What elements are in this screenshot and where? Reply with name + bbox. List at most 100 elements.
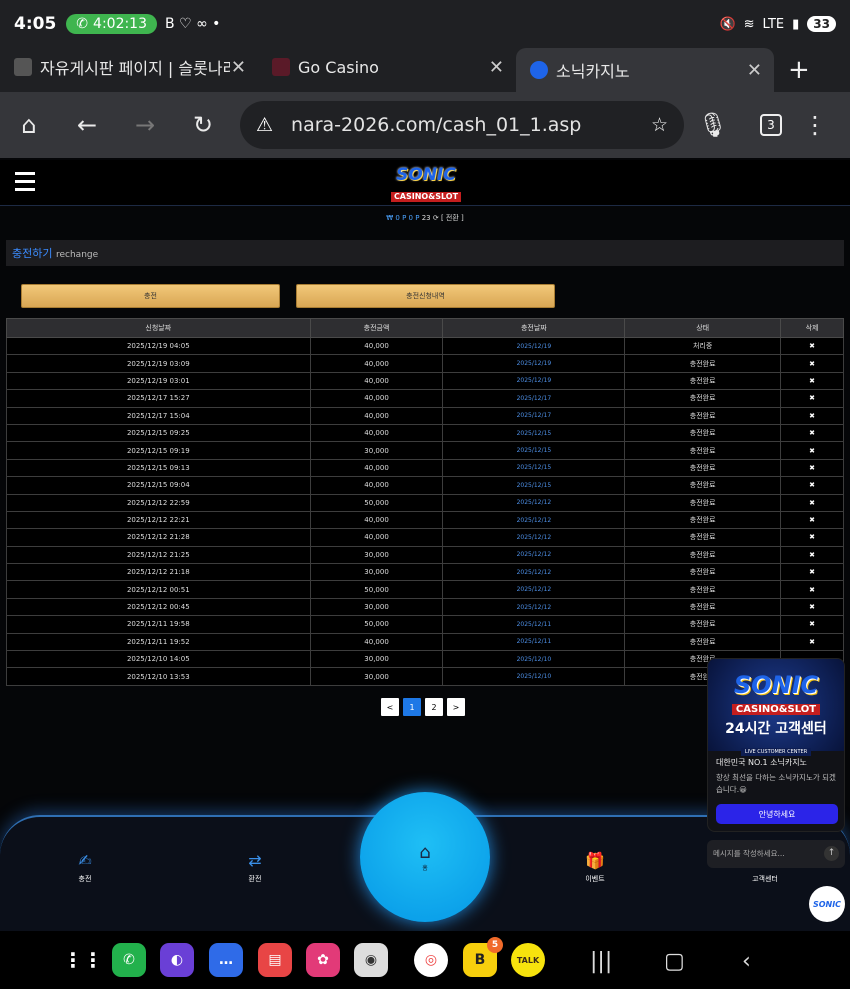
request-date-cell: 2025/12/10 13:53: [6, 667, 311, 686]
phone-app-icon[interactable]: ✆: [112, 943, 146, 977]
notification-icons: B ♡ ∞ •: [165, 16, 221, 32]
charge-button[interactable]: 충전: [21, 284, 280, 308]
table-row: 2025/12/15 09:13 40,000 2025/12/15 충전완료 ✖: [6, 458, 844, 478]
app-drawer-icon[interactable]: ⋮⋮: [63, 943, 103, 977]
delete-icon[interactable]: ✖: [780, 336, 844, 356]
delete-icon[interactable]: ✖: [780, 493, 844, 512]
delete-icon[interactable]: ✖: [780, 354, 844, 373]
tab-count-button[interactable]: 3: [760, 114, 782, 136]
nav-exchange[interactable]: ⇄ 환전: [225, 851, 285, 884]
request-date-cell: 2025/12/15 09:19: [6, 441, 311, 460]
new-tab-icon[interactable]: +: [788, 48, 810, 92]
chat-message-input[interactable]: 메시지를 작성하세요... ↑: [707, 840, 845, 868]
tab-title: Go Casino: [298, 57, 379, 77]
request-date-cell: 2025/12/19 03:09: [6, 354, 311, 373]
tab-title: 자유게시판 페이지 | 슬롯나라: [40, 59, 230, 78]
notes-app-icon[interactable]: ▤: [258, 943, 292, 977]
request-date-cell: 2025/12/10 14:05: [6, 650, 311, 669]
home-icon[interactable]: ⌂: [0, 111, 58, 139]
table-header-row: 신청날짜 충전금액 충전날짜 상태 삭제: [6, 318, 844, 338]
request-date-cell: 2025/12/19 04:05: [6, 336, 311, 356]
call-timer-pill[interactable]: ✆ 4:02:13: [66, 14, 158, 34]
kakaotalk-app-icon[interactable]: TALK: [511, 943, 545, 977]
delete-icon[interactable]: ✖: [780, 476, 844, 495]
request-date-cell: 2025/12/15 09:04: [6, 476, 311, 495]
col-charge-date: 충전날짜: [442, 318, 626, 338]
delete-icon[interactable]: ✖: [780, 371, 844, 391]
convert-link[interactable]: [ 전환 ]: [441, 214, 464, 222]
table-row: 2025/12/12 22:59 50,000 2025/12/12 충전완료 ✖: [6, 493, 844, 512]
delete-icon[interactable]: ✖: [780, 545, 844, 565]
delete-icon[interactable]: ✖: [780, 580, 844, 599]
messages-app-icon[interactable]: …: [209, 943, 243, 977]
delete-icon[interactable]: ✖: [780, 597, 844, 617]
refresh-icon[interactable]: ⟳: [433, 214, 439, 222]
next-page-icon[interactable]: >: [447, 698, 465, 716]
gallery-app-icon[interactable]: ✿: [306, 943, 340, 977]
reload-icon[interactable]: ↻: [174, 111, 232, 139]
amount-cell: 30,000: [309, 563, 444, 582]
page-1[interactable]: 1: [403, 698, 421, 716]
forward-icon[interactable]: →: [116, 111, 174, 139]
tab-slotnara[interactable]: 자유게시판 페이지 | 슬롯나라 ✕: [0, 48, 258, 86]
delete-icon[interactable]: ✖: [780, 615, 844, 634]
charge-icon: ✍: [78, 851, 92, 870]
tab-sonic-casino[interactable]: 소닉카지노 ✕: [516, 48, 774, 92]
close-tab-icon[interactable]: ✕: [231, 57, 246, 78]
request-date-cell: 2025/12/15 09:13: [6, 458, 311, 478]
table-row: 2025/12/19 03:09 40,000 2025/12/19 충전완료 ✖: [6, 354, 844, 373]
band-app-icon[interactable]: B 5: [463, 937, 503, 977]
chat-greeting-button[interactable]: 안녕하세요: [716, 804, 838, 824]
delete-icon[interactable]: ✖: [780, 563, 844, 582]
prev-page-icon[interactable]: <: [381, 698, 399, 716]
bookmark-star-icon[interactable]: ☆: [651, 114, 668, 136]
status-bar: 4:05 ✆ 4:02:13 B ♡ ∞ • 🔇 ≋ LTE ▮ 33: [0, 0, 850, 48]
internet-app-icon[interactable]: ◐: [160, 943, 194, 977]
delete-icon[interactable]: ✖: [780, 441, 844, 460]
delete-icon[interactable]: ✖: [780, 406, 844, 425]
sonic-favicon-icon: [530, 61, 548, 79]
tab-gocasino[interactable]: Go Casino ✕: [258, 48, 516, 86]
delete-icon[interactable]: ✖: [780, 632, 844, 652]
close-tab-icon[interactable]: ✕: [489, 57, 504, 78]
charge-date-cell: 2025/12/12: [442, 528, 626, 547]
camera-app-icon[interactable]: ◉: [354, 943, 388, 977]
send-arrow-icon[interactable]: ↑: [824, 846, 839, 861]
charge-date-cell: 2025/12/11: [442, 615, 626, 634]
delete-icon[interactable]: ✖: [780, 510, 844, 530]
page-2[interactable]: 2: [425, 698, 443, 716]
overflow-menu-icon[interactable]: ⋮: [800, 111, 830, 139]
back-icon[interactable]: ←: [58, 111, 116, 139]
close-tab-icon[interactable]: ✕: [747, 60, 762, 81]
call-timer: 4:02:13: [93, 16, 148, 32]
chat-launcher-avatar[interactable]: SONIC: [809, 886, 845, 922]
tab-title: 소닉카지노: [556, 62, 630, 81]
status-cell: 충전완료: [624, 441, 782, 460]
status-cell: 충전완료: [624, 371, 782, 391]
delete-icon[interactable]: ✖: [780, 528, 844, 547]
amount-cell: 40,000: [309, 336, 444, 356]
delete-icon[interactable]: ✖: [780, 458, 844, 478]
chat-widget: SONIC CASINO&SLOT 24시간 고객센터 LIVE CUSTOME…: [707, 658, 845, 832]
microphone-icon[interactable]: 🎙: [684, 111, 742, 139]
table-row: 2025/12/17 15:04 40,000 2025/12/17 충전완료 ✖: [6, 406, 844, 425]
home-nav-icon[interactable]: ▢: [664, 949, 685, 974]
delete-icon[interactable]: ✖: [780, 423, 844, 443]
hamburger-menu-icon[interactable]: [15, 172, 35, 196]
charge-history-button[interactable]: 충전신청내역: [296, 284, 555, 308]
request-date-cell: 2025/12/15 09:25: [6, 423, 311, 443]
nav-event[interactable]: 🎁 이벤트: [565, 851, 625, 884]
site-logo[interactable]: SONIC CASINO&SLOT: [386, 166, 466, 202]
request-date-cell: 2025/12/12 22:21: [6, 510, 311, 530]
warning-icon[interactable]: ⚠: [256, 114, 273, 136]
chrome-app-icon[interactable]: ◎: [414, 943, 448, 977]
back-nav-icon[interactable]: ‹: [742, 949, 751, 974]
home-button[interactable]: ⌂ 홈: [360, 792, 490, 922]
recents-icon[interactable]: |||: [590, 949, 612, 974]
address-bar[interactable]: ⚠ nara-2026.com/cash_01_1.asp ☆: [240, 101, 684, 149]
nav-charge[interactable]: ✍ 충전: [55, 851, 115, 884]
delete-icon[interactable]: ✖: [780, 389, 844, 408]
url-text[interactable]: nara-2026.com/cash_01_1.asp: [291, 114, 651, 136]
charge-date-cell: 2025/12/15: [442, 441, 626, 460]
chat-banner-caption: LIVE CUSTOMER CENTER: [740, 748, 812, 756]
